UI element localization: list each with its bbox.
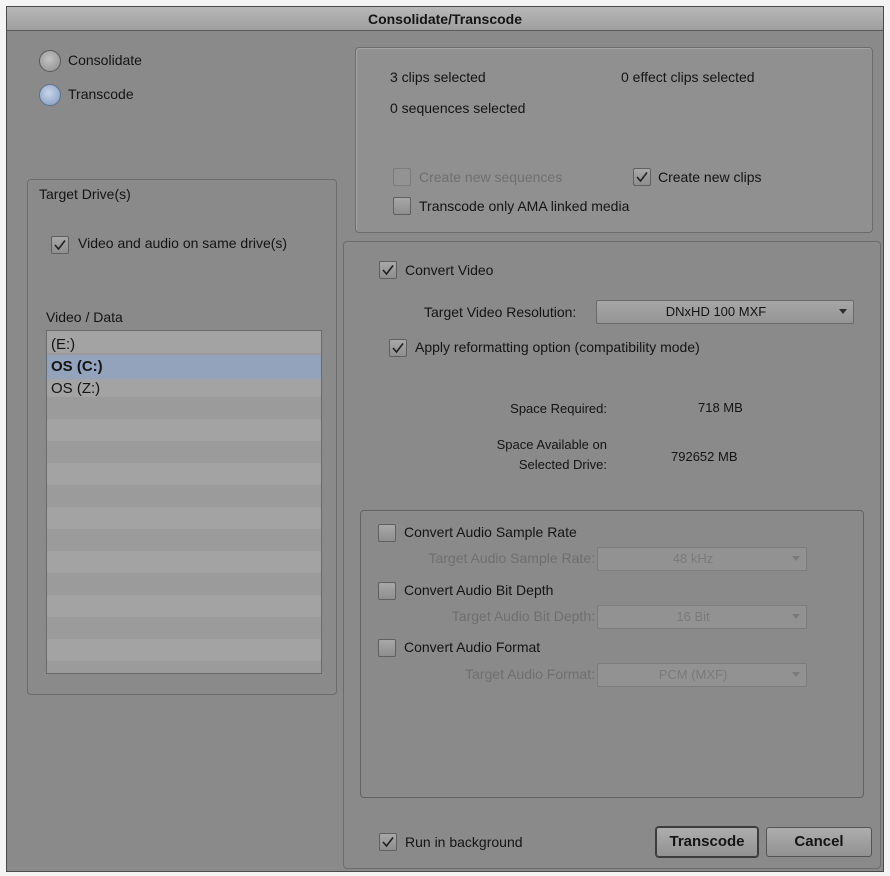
drive-item-z[interactable]: OS (Z:) xyxy=(47,377,321,401)
chevron-down-icon xyxy=(839,309,847,314)
ama-only-checkbox[interactable] xyxy=(393,197,411,215)
transcode-button[interactable]: Transcode xyxy=(656,827,758,857)
sequences-selected-text: 0 sequences selected xyxy=(390,100,526,116)
drive-list[interactable]: (E:) OS (C:) OS (Z:) xyxy=(46,330,322,674)
chevron-down-icon xyxy=(792,556,800,561)
transcode-label: Transcode xyxy=(68,86,134,102)
space-available-label-line2: Selected Drive: xyxy=(518,457,607,472)
video-data-label: Video / Data xyxy=(46,309,123,325)
drive-item-c[interactable]: OS (C:) xyxy=(47,355,321,379)
target-bit-depth-value: 16 Bit xyxy=(676,609,710,624)
target-video-resolution-dropdown[interactable]: DNxHD 100 MXF xyxy=(596,300,854,324)
target-audio-format-label: Target Audio Format: xyxy=(465,666,595,682)
clips-selected-text: 3 clips selected xyxy=(390,69,486,85)
chevron-down-icon xyxy=(792,614,800,619)
check-icon xyxy=(382,265,394,276)
consolidate-transcode-dialog: Consolidate/Transcode Consolidate Transc… xyxy=(6,6,884,872)
target-sample-rate-label: Target Audio Sample Rate: xyxy=(428,550,595,566)
cancel-button[interactable]: Cancel xyxy=(766,827,872,857)
consolidate-radio[interactable] xyxy=(39,50,61,72)
selection-info-panel: 3 clips selected 0 effect clips selected… xyxy=(355,47,873,233)
convert-bit-depth-label: Convert Audio Bit Depth xyxy=(404,582,554,598)
space-available-label-line1: Space Available on xyxy=(496,437,607,452)
same-drive-checkbox[interactable] xyxy=(51,236,69,254)
same-drive-label: Video and audio on same drive(s) xyxy=(78,235,288,251)
apply-reformatting-checkbox[interactable] xyxy=(389,339,407,357)
target-sample-rate-dropdown[interactable]: 48 kHz xyxy=(597,547,807,571)
create-sequences-checkbox[interactable] xyxy=(393,168,411,186)
target-drives-panel: Target Drive(s) Video and audio on same … xyxy=(27,179,337,695)
target-bit-depth-label: Target Audio Bit Depth: xyxy=(451,608,595,624)
drive-item-e[interactable]: (E:) xyxy=(47,333,321,357)
chevron-down-icon xyxy=(792,672,800,677)
run-in-background-checkbox[interactable] xyxy=(379,833,397,851)
target-sample-rate-value: 48 kHz xyxy=(672,551,714,566)
space-required-value: 718 MB xyxy=(698,400,743,415)
target-audio-format-dropdown[interactable]: PCM (MXF) xyxy=(597,663,807,687)
space-available-value: 792652 MB xyxy=(671,449,738,464)
convert-audio-format-checkbox[interactable] xyxy=(378,639,396,657)
target-audio-format-value: PCM (MXF) xyxy=(658,667,728,682)
convert-audio-format-label: Convert Audio Format xyxy=(404,639,541,655)
convert-video-label: Convert Video xyxy=(405,262,494,278)
audio-options-panel: Convert Audio Sample Rate Target Audio S… xyxy=(360,510,864,798)
target-video-resolution-label: Target Video Resolution: xyxy=(424,304,577,320)
apply-reformatting-label: Apply reformatting option (compatibility… xyxy=(415,339,700,355)
target-drives-title: Target Drive(s) xyxy=(39,186,131,202)
run-in-background-label: Run in background xyxy=(405,834,523,850)
create-clips-checkbox[interactable] xyxy=(633,168,651,186)
check-icon xyxy=(636,172,648,183)
check-icon xyxy=(382,837,394,848)
convert-sample-rate-label: Convert Audio Sample Rate xyxy=(404,524,577,540)
convert-video-checkbox[interactable] xyxy=(379,261,397,279)
space-required-label: Space Required: xyxy=(510,401,607,416)
options-panel: Convert Video Target Video Resolution: D… xyxy=(343,241,881,869)
transcode-radio[interactable] xyxy=(39,84,61,106)
convert-bit-depth-checkbox[interactable] xyxy=(378,582,396,600)
target-bit-depth-dropdown[interactable]: 16 Bit xyxy=(597,605,807,629)
ama-only-label: Transcode only AMA linked media xyxy=(419,198,630,214)
create-sequences-label: Create new sequences xyxy=(419,169,563,185)
consolidate-label: Consolidate xyxy=(68,52,142,68)
space-available-label: Space Available on Selected Drive: xyxy=(497,435,607,475)
target-video-resolution-value: DNxHD 100 MXF xyxy=(665,304,767,319)
window-title: Consolidate/Transcode xyxy=(7,7,883,31)
check-icon xyxy=(392,343,404,354)
check-icon xyxy=(54,240,66,251)
convert-sample-rate-checkbox[interactable] xyxy=(378,524,396,542)
effect-clips-selected-text: 0 effect clips selected xyxy=(621,69,755,85)
create-clips-label: Create new clips xyxy=(658,169,762,185)
